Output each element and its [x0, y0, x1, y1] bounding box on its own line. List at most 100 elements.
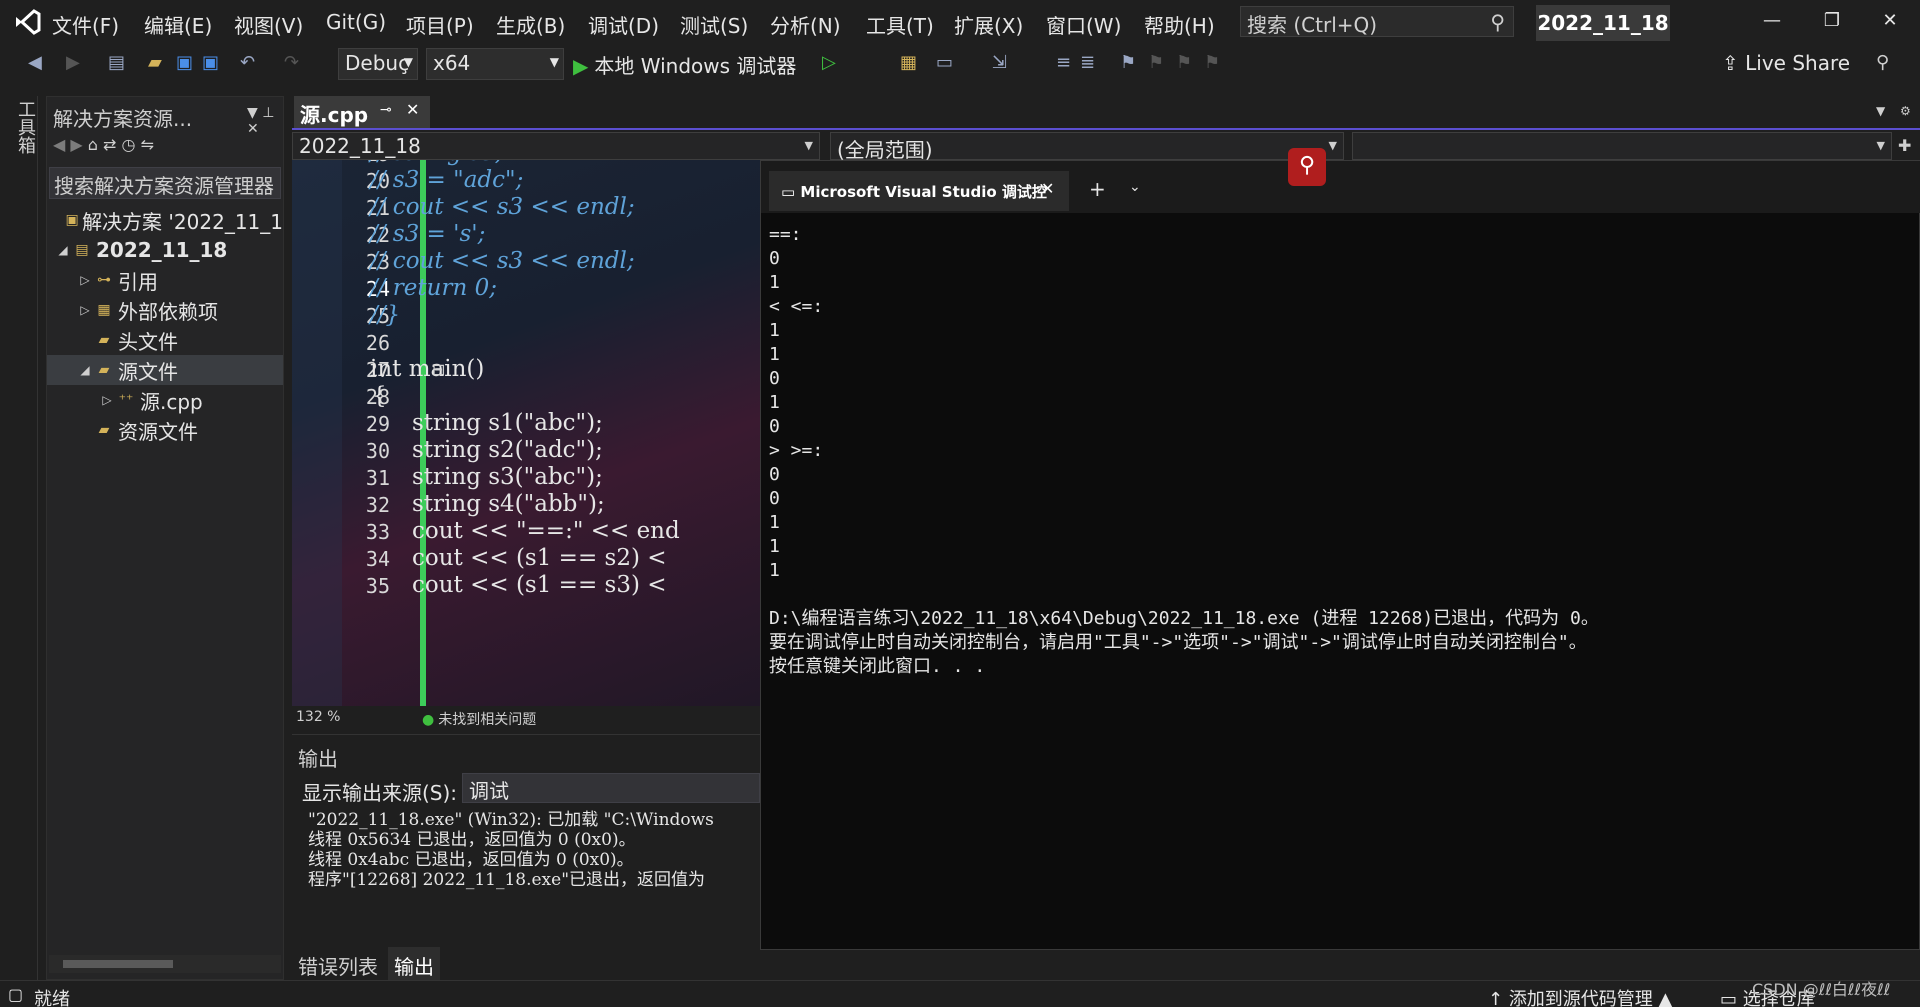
menu-item[interactable]: 窗口(W) [1046, 10, 1121, 39]
tree-item-icon: ▦ [97, 302, 111, 318]
uncomment-icon[interactable]: ≣ [1080, 52, 1095, 73]
pin-icon[interactable]: ⊸ [380, 102, 392, 118]
minimize-button[interactable]: — [1752, 10, 1792, 31]
console-tab[interactable]: ▭ Microsoft Visual Studio 调试控 ✕ [769, 171, 1069, 211]
sync-icon[interactable]: ⇋ [141, 135, 154, 154]
solution-config-select[interactable]: Debuç ▼ [338, 48, 418, 80]
zoom-level[interactable]: 132 % [296, 709, 340, 725]
tree-item[interactable]: ▷ ▦ 外部依赖项 [47, 295, 283, 325]
menu-item[interactable]: Git(G) [326, 10, 386, 34]
close-icon[interactable]: ✕ [247, 121, 259, 137]
close-icon[interactable]: ✕ [1041, 179, 1054, 198]
menu-item[interactable]: 编辑(E) [144, 10, 212, 39]
undo-icon[interactable]: ↶ [240, 52, 255, 73]
project-nav-select[interactable]: 2022_11_18 ▼ [292, 132, 820, 160]
tree-item[interactable]: ▣ 解决方案 '2022_11_1 [47, 205, 283, 235]
tab-error-list[interactable]: 错误列表 [292, 947, 384, 984]
tree-item-icon: ▣ [65, 212, 79, 228]
open-file-icon[interactable]: ▰ [148, 52, 162, 73]
bookmark-prev-icon[interactable]: ⚑ [1148, 52, 1164, 73]
comment-icon[interactable]: ≡ [1056, 52, 1071, 73]
dropdown-icon[interactable]: ▼ [247, 105, 258, 121]
tree-item[interactable]: ◢ ▤ 2022_11_18 [47, 235, 283, 265]
navigate-back-icon[interactable]: ◀ [28, 52, 42, 73]
expand-caret-icon[interactable]: ▷ [99, 393, 115, 407]
tree-item-label: 资源文件 [118, 419, 198, 444]
search-icon[interactable]: ⚲ [1288, 148, 1326, 186]
line-number: 26 [365, 331, 390, 355]
save-all-icon[interactable]: ▣ [202, 52, 219, 73]
horizontal-scrollbar[interactable] [49, 955, 281, 973]
feedback-icon[interactable]: ⚲ [1876, 52, 1889, 73]
document-tab-strip: 源.cpp ⊸ ✕ ▼ ⚙ [292, 96, 1920, 130]
platform-select[interactable]: x64 ▼ [426, 48, 564, 80]
tree-item[interactable]: ▷ ⊶ 引用 [47, 265, 283, 295]
save-icon[interactable]: ▣ [176, 52, 193, 73]
pin-icon[interactable]: ⊥ [262, 105, 274, 121]
restore-button[interactable]: ❐ [1812, 10, 1852, 31]
member-nav-select[interactable]: ▼ [1352, 132, 1892, 160]
global-search-input[interactable]: 搜索 (Ctrl+Q) ⚲ [1240, 6, 1514, 37]
menu-item[interactable]: 生成(B) [496, 10, 565, 39]
layout-icon[interactable]: ▭ [936, 52, 953, 73]
home-icon[interactable]: ⌂ [88, 135, 103, 154]
add-to-source-control-button[interactable]: ↑ 添加到源代码管理 ▲ [1488, 985, 1672, 1007]
menu-item[interactable]: 文件(F) [52, 10, 119, 39]
browser-icon[interactable]: ▦ [900, 52, 917, 73]
tab-output[interactable]: 输出 [388, 947, 440, 984]
navigate-forward-icon[interactable]: ▶ [66, 52, 80, 73]
menu-item[interactable]: 扩展(X) [954, 10, 1023, 39]
tab-source-cpp[interactable]: 源.cpp ⊸ ✕ [294, 96, 430, 128]
bookmark-next-icon[interactable]: ⚑ [1176, 52, 1192, 73]
expand-caret-icon[interactable]: ◢ [55, 243, 71, 257]
close-window-button[interactable]: ✕ [1870, 10, 1910, 31]
scrollbar-thumb[interactable] [63, 960, 173, 968]
code-text: { [372, 383, 387, 409]
step-icon[interactable]: ⇲ [992, 52, 1007, 73]
menu-item[interactable]: 测试(S) [680, 10, 748, 39]
tree-item-label: 引用 [118, 269, 158, 294]
tree-item[interactable]: ▷ ⁺⁺ 源.cpp [47, 385, 283, 415]
pending-changes-icon[interactable]: ◷ [122, 135, 141, 154]
scope-nav-select[interactable]: (全局范围) ▼ [830, 132, 1344, 162]
console-tab-bar: ▭ Microsoft Visual Studio 调试控 ✕ + ⌄ [761, 161, 1920, 213]
menu-item[interactable]: 项目(P) [406, 10, 474, 39]
solution-name-badge[interactable]: 2022_11_18 [1536, 5, 1670, 41]
tree-item[interactable]: ▰ 资源文件 [47, 415, 283, 445]
expand-caret-icon[interactable]: ◢ [77, 363, 93, 377]
live-share-button[interactable]: ⇪ Live Share [1722, 51, 1850, 75]
start-debugging-button[interactable]: ▶ 本地 Windows 调试器 [573, 50, 796, 79]
switch-views-icon[interactable]: ⇄ [103, 135, 122, 154]
menu-item[interactable]: 工具(T) [866, 10, 934, 39]
bookmark-icon[interactable]: ⚑ [1120, 52, 1136, 73]
collapse-icon[interactable]: ⊟ [432, 360, 445, 379]
tree-item-label: 外部依赖项 [118, 299, 218, 324]
tree-item[interactable]: ◢ ▰ 源文件 [47, 355, 283, 385]
start-without-debugging-icon[interactable]: ▷ [822, 52, 836, 73]
redo-icon[interactable]: ↷ [284, 52, 299, 73]
settings-gear-icon[interactable]: ⚙ [1900, 104, 1911, 118]
solution-search-input[interactable]: 搜索解决方案资源管理器 [49, 167, 281, 199]
output-source-select[interactable]: 调试 [462, 773, 760, 803]
toolbox-tab[interactable]: 工具箱 [12, 100, 38, 154]
menu-item[interactable]: 调试(D) [588, 10, 659, 39]
issues-indicator[interactable]: ● 未找到相关问题 [422, 709, 536, 729]
run-label: 本地 Windows 调试器 [594, 54, 797, 78]
code-editor[interactable]: 19// string s3;20// s3 = "adc";21// cout… [292, 160, 760, 706]
menu-item[interactable]: 帮助(H) [1144, 10, 1215, 39]
split-icon[interactable]: ✚ [1898, 136, 1911, 155]
menu-item[interactable]: 分析(N) [770, 10, 841, 39]
forward-icon[interactable]: ▶ [70, 135, 87, 154]
line-number: 30 [365, 439, 390, 463]
new-tab-icon[interactable]: + [1089, 177, 1106, 201]
bookmark-clear-icon[interactable]: ⚑ [1204, 52, 1220, 73]
expand-caret-icon[interactable]: ▷ [77, 273, 93, 287]
close-icon[interactable]: ✕ [406, 100, 419, 119]
tree-item[interactable]: ▰ 头文件 [47, 325, 283, 355]
chevron-down-icon[interactable]: ⌄ [1129, 179, 1141, 195]
expand-caret-icon[interactable]: ▷ [77, 303, 93, 317]
tab-overflow-icon[interactable]: ▼ [1876, 104, 1885, 118]
new-project-icon[interactable]: ▤ [108, 52, 125, 73]
back-icon[interactable]: ◀ [53, 135, 70, 154]
menu-item[interactable]: 视图(V) [234, 10, 303, 39]
